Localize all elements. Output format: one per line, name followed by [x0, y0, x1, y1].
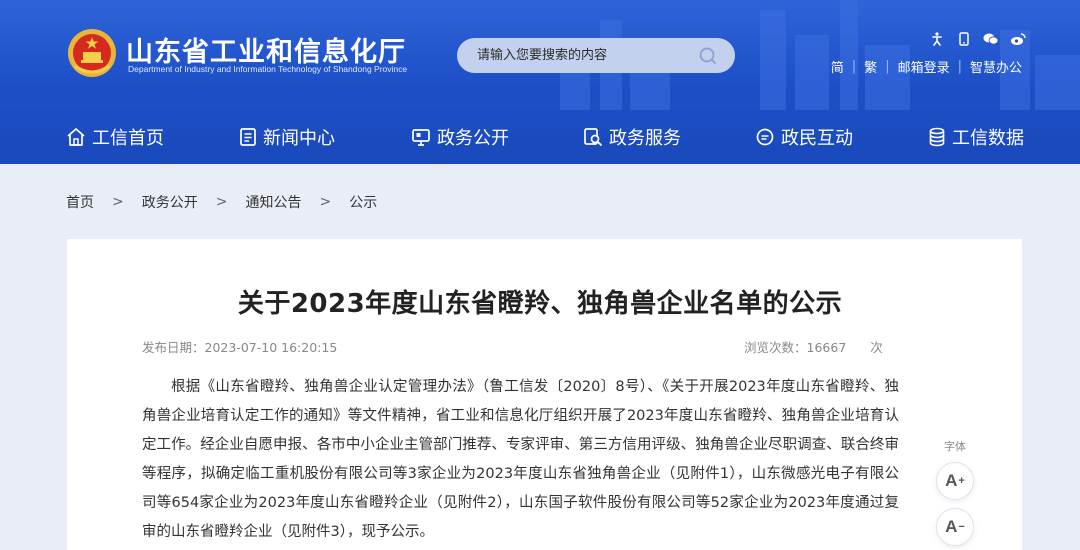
font-decrease-letter: A	[945, 517, 958, 536]
breadcrumb-home[interactable]: 首页	[66, 192, 94, 212]
breadcrumb-separator: >	[319, 194, 332, 210]
wechat-icon[interactable]	[982, 30, 999, 47]
main-nav: 工信首页 新闻中心 政务公开 政务服务 政民互动 工信数据	[0, 114, 1080, 158]
accessibility-icon[interactable]	[928, 30, 945, 47]
view-count-unit: 次	[870, 340, 883, 355]
breadcrumb-publicity[interactable]: 公示	[349, 192, 377, 212]
site-header: 山东省工业和信息化厅 Department of Industry and In…	[0, 0, 1080, 164]
font-increase-letter: A	[945, 471, 958, 490]
search-input[interactable]	[457, 38, 697, 73]
article-body: 根据《山东省瞪羚、独角兽企业认定管理办法》（鲁工信发〔2020〕8号）、《关于开…	[142, 379, 899, 540]
home-icon	[67, 128, 85, 146]
breadcrumb-notices[interactable]: 通知公告	[245, 192, 301, 212]
publish-date: 发布日期：2023-07-10 16:20:15	[142, 337, 337, 356]
view-count: 浏览次数：16667 次	[744, 337, 883, 356]
mobile-icon[interactable]	[955, 30, 972, 47]
nav-item-home[interactable]: 工信首页	[66, 124, 164, 150]
nav-label: 新闻中心	[263, 128, 335, 149]
breadcrumb-gov-affairs[interactable]: 政务公开	[142, 192, 198, 212]
breadcrumb: 首页 > 政务公开 > 通知公告 > 公示	[66, 192, 377, 212]
minus-icon: −	[958, 521, 965, 533]
traditional-chinese-link[interactable]: 繁	[864, 57, 877, 76]
nav-item-data[interactable]: 工信数据	[928, 124, 1024, 150]
link-divider: |	[885, 59, 890, 74]
top-icon-bar	[928, 30, 1026, 47]
link-divider: |	[851, 59, 857, 74]
search-box	[457, 38, 735, 73]
font-increase-button[interactable]: A +	[936, 462, 974, 500]
nav-item-gov-affairs[interactable]: 政务公开	[411, 124, 509, 150]
search-icon[interactable]	[698, 46, 718, 66]
document-icon	[240, 128, 256, 146]
national-emblem-logo	[68, 29, 116, 77]
view-count-value: 16667	[806, 340, 847, 355]
font-size-label: 字体	[944, 440, 966, 453]
publish-date-label: 发布日期：	[142, 340, 205, 355]
monitor-icon	[412, 129, 430, 146]
view-count-label: 浏览次数：	[744, 340, 807, 355]
nav-label: 工信首页	[92, 128, 164, 149]
database-icon	[929, 127, 945, 147]
publish-date-value: 2023-07-10 16:20:15	[204, 340, 338, 355]
nav-item-interaction[interactable]: 政民互动	[755, 124, 853, 150]
breadcrumb-separator: >	[215, 194, 228, 210]
mail-login-link[interactable]: 邮箱登录	[898, 57, 950, 76]
simplified-chinese-link[interactable]: 简	[831, 57, 844, 76]
service-search-icon	[584, 128, 602, 146]
link-divider: |	[957, 59, 962, 74]
smart-office-link[interactable]: 智慧办公	[970, 57, 1022, 76]
site-subtitle: Department of Industry and Information T…	[128, 64, 408, 74]
nav-label: 政务公开	[437, 128, 509, 149]
nav-item-news[interactable]: 新闻中心	[239, 124, 335, 150]
article-title: 关于2023年度山东省瞪羚、独角兽企业名单的公示	[237, 289, 843, 319]
nav-label: 政务服务	[609, 128, 681, 149]
breadcrumb-separator: >	[112, 194, 124, 210]
nav-label: 政民互动	[781, 128, 853, 149]
weibo-icon[interactable]	[1009, 30, 1026, 47]
plus-icon: +	[958, 475, 965, 487]
nav-item-gov-services[interactable]: 政务服务	[583, 124, 681, 150]
top-links: 简 | 繁 | 邮箱登录 | 智慧办公	[831, 57, 1022, 76]
font-decrease-button[interactable]: A −	[936, 508, 974, 546]
chat-icon	[756, 128, 774, 146]
nav-label: 工信数据	[952, 128, 1024, 149]
